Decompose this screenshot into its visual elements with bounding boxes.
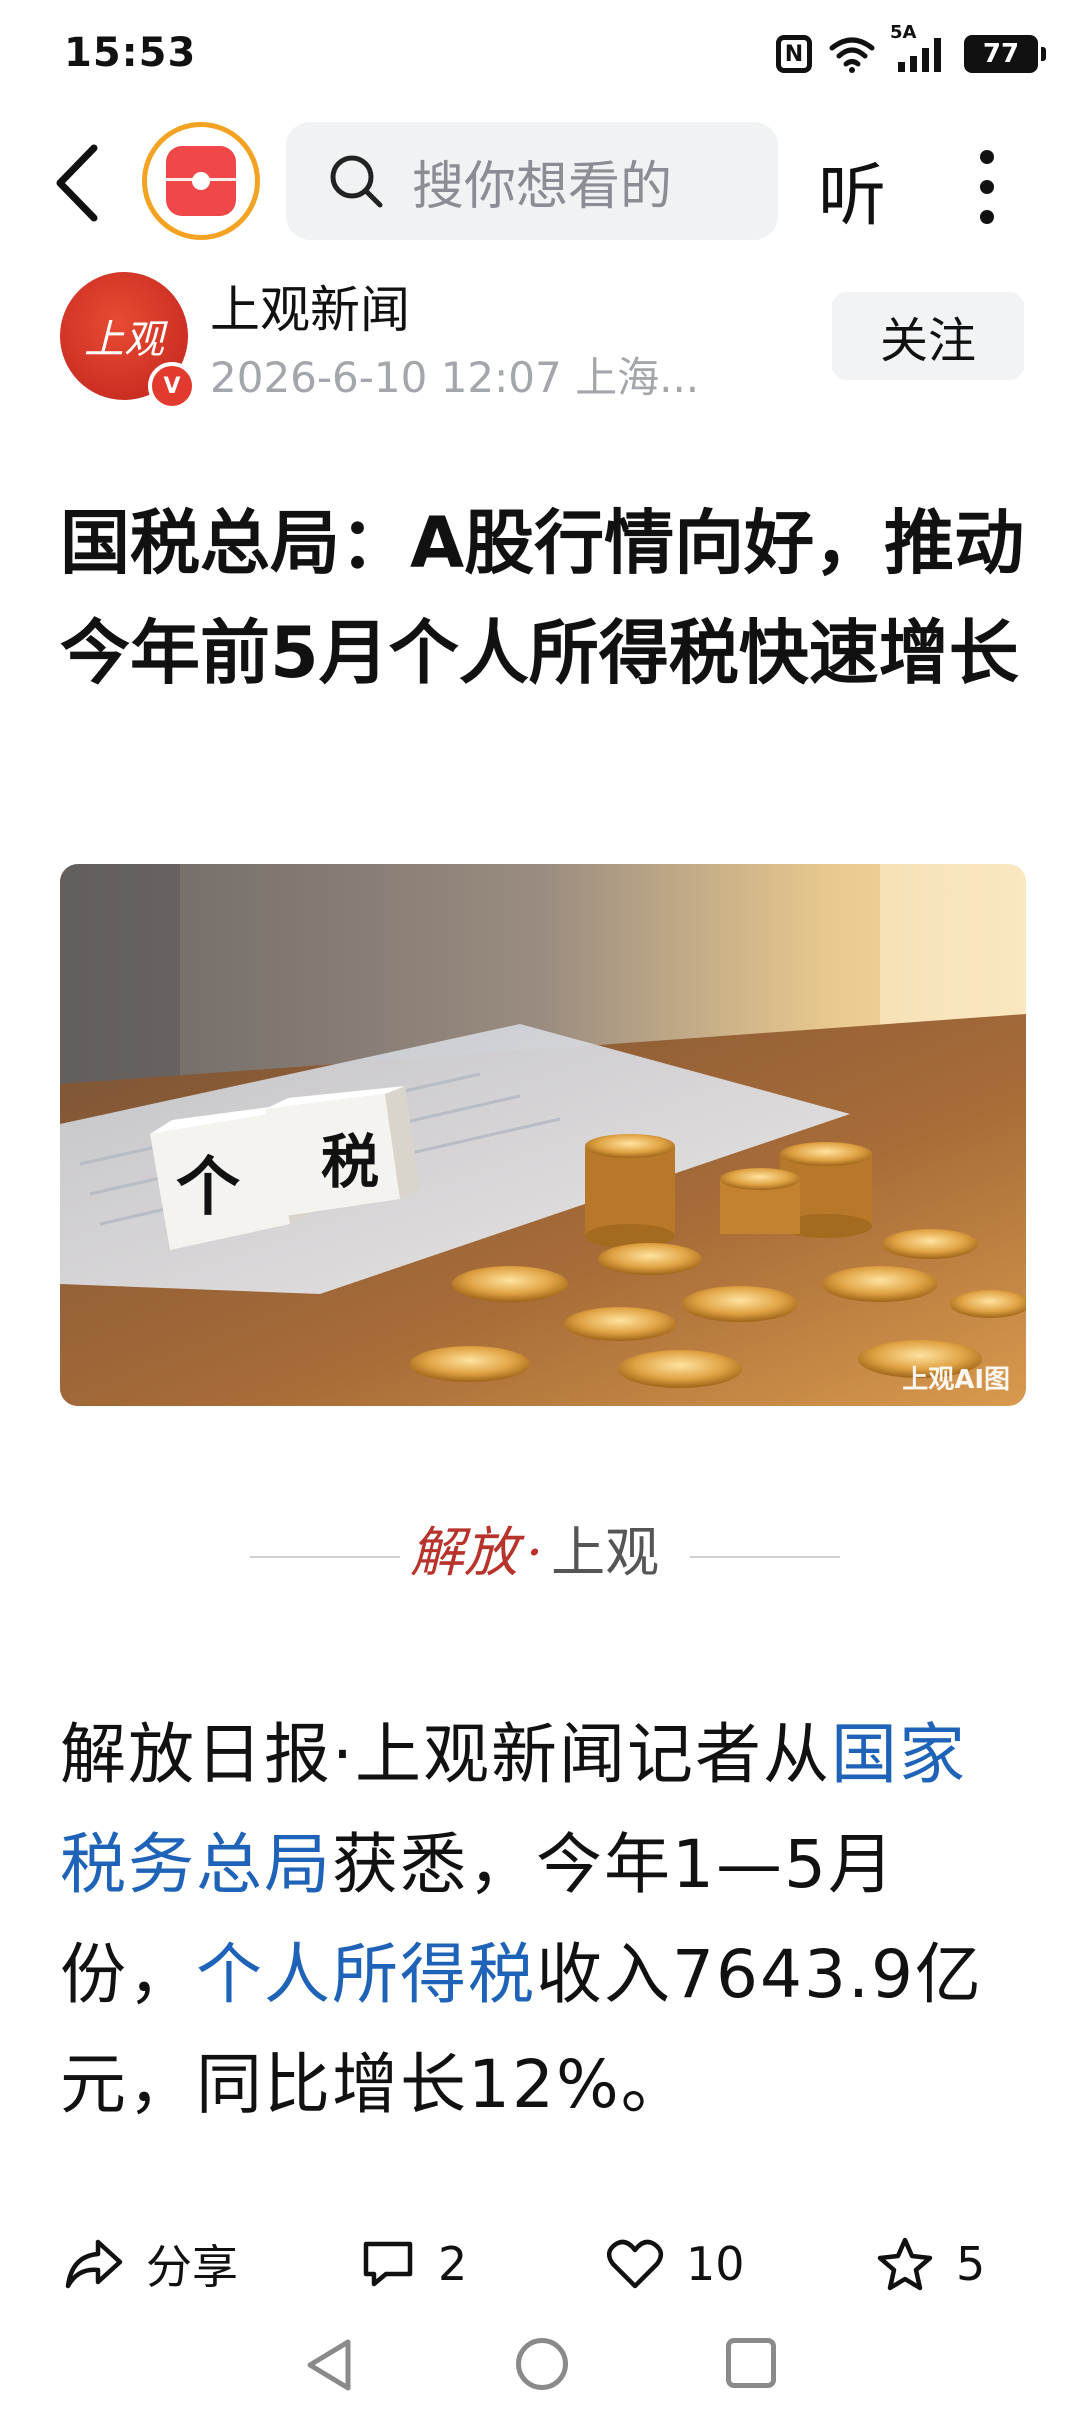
heart-icon: [606, 2239, 664, 2289]
search-box[interactable]: 搜你想看的: [286, 122, 778, 240]
divider-right: [690, 1556, 840, 1558]
favorite-button[interactable]: 5: [876, 2224, 985, 2304]
red-envelope-icon: [166, 146, 236, 216]
link-income-tax[interactable]: 个人所得税: [196, 1936, 536, 2013]
avatar-text: 上观: [84, 317, 164, 363]
nav-back-icon[interactable]: [302, 2336, 356, 2394]
follow-button[interactable]: 关注: [832, 292, 1024, 380]
app-logo-button[interactable]: [142, 122, 260, 240]
back-arrow-icon[interactable]: [48, 138, 108, 228]
nav-recent-apps-icon[interactable]: [726, 2338, 776, 2388]
nfc-icon: N: [776, 35, 812, 73]
like-button[interactable]: 10: [606, 2224, 745, 2304]
nav-home-icon[interactable]: [516, 2338, 568, 2390]
share-button[interactable]: 分享: [64, 2224, 238, 2304]
body-text-1: 解放日报·上观新闻记者从: [60, 1716, 831, 1793]
article-title: 国税总局：A股行情向好，推动今年前5月个人所得税快速增长: [60, 502, 1025, 694]
share-icon: [65, 2239, 123, 2289]
share-label: 分享: [146, 2240, 238, 2294]
listen-button[interactable]: 听: [818, 140, 886, 239]
status-icons: N 5A 77: [776, 22, 1046, 78]
status-time: 15:53: [64, 30, 197, 76]
publish-meta: 2026-6-10 12:07 上海...: [210, 353, 700, 402]
more-options-icon[interactable]: [962, 140, 1012, 230]
dice-right-text: 税: [321, 1128, 379, 1196]
article-body-paragraph: 解放日报·上观新闻记者从国家税务总局获悉，今年1—5月份，个人所得税收入7643…: [60, 1700, 1030, 2140]
dice-left-text: 个: [176, 1151, 240, 1225]
author-name[interactable]: 上观新闻: [210, 270, 410, 342]
brand-logo-left: 解放: [410, 1521, 518, 1584]
dice-shui: 税: [265, 1086, 420, 1216]
cellular-signal-icon: 5A: [890, 22, 948, 74]
battery-icon: 77: [964, 35, 1046, 73]
brand-logo-right: 上观: [551, 1521, 660, 1584]
search-placeholder: 搜你想看的: [412, 156, 673, 217]
comment-count: 2: [438, 2237, 468, 2291]
divider-left: [250, 1556, 400, 1558]
brand-logo: 解放 · 上观: [410, 1521, 660, 1584]
article-hero-image[interactable]: 个 税 上观AI图: [60, 864, 1026, 1406]
verified-badge-icon: V: [148, 362, 196, 410]
like-count: 10: [686, 2237, 745, 2291]
comment-icon: [363, 2241, 413, 2287]
comment-button[interactable]: 2: [360, 2224, 467, 2304]
hero-illustration: 个 税: [60, 864, 1026, 1406]
star-icon: [877, 2237, 933, 2291]
wifi-icon: [829, 37, 875, 73]
image-watermark: 上观AI图: [902, 1365, 1010, 1395]
search-icon: [330, 155, 383, 208]
favorite-count: 5: [956, 2237, 986, 2291]
